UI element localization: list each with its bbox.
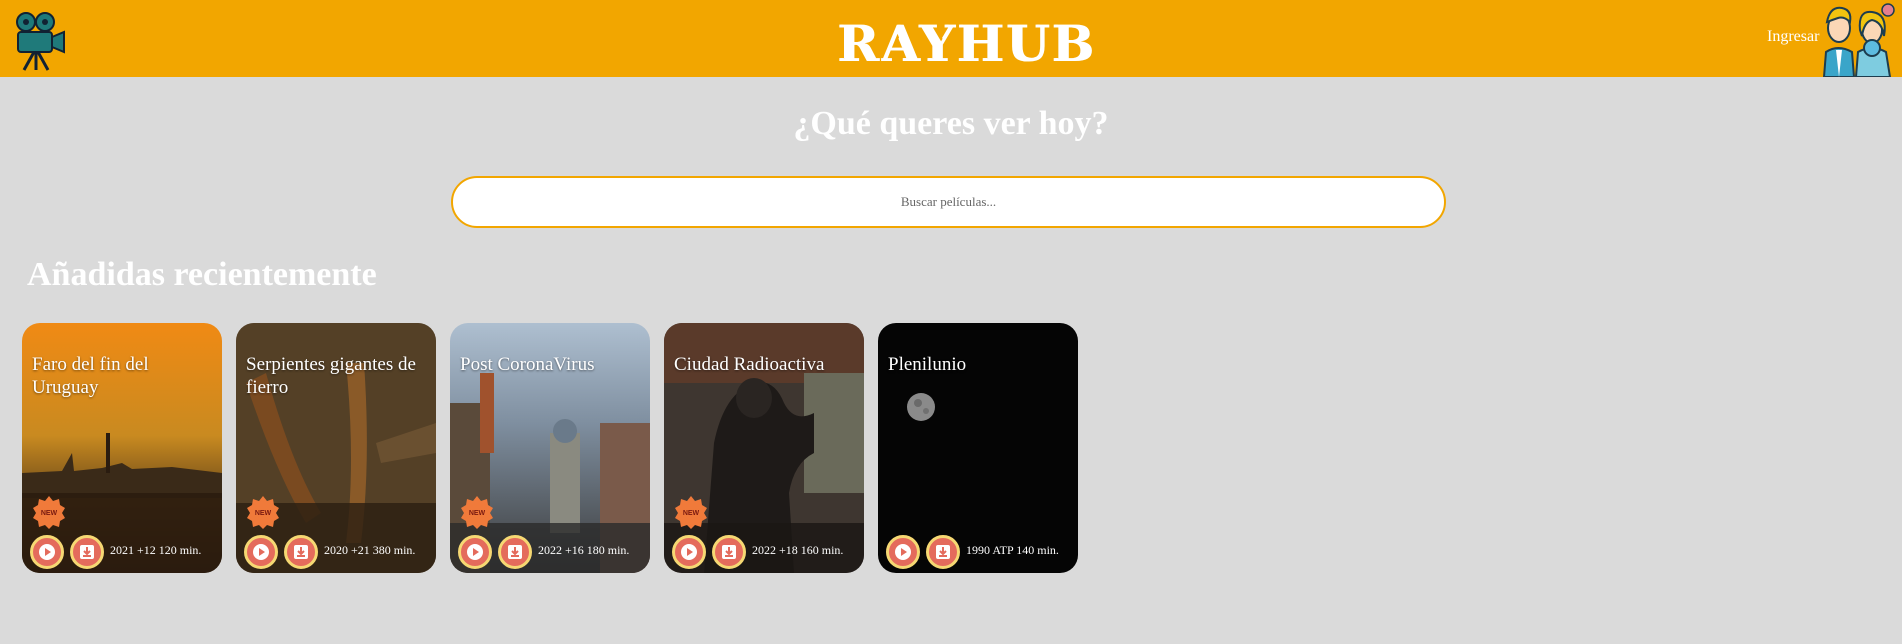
movie-camera-icon[interactable]	[14, 10, 66, 72]
movie-meta: 2022 +16 180 min.	[538, 543, 630, 557]
users-avatar-icon[interactable]	[1818, 0, 1898, 77]
download-button[interactable]	[498, 535, 532, 569]
top-navbar: RAYHUB Ingresar	[0, 0, 1902, 77]
play-button[interactable]	[244, 535, 278, 569]
new-badge-icon: NEW	[461, 496, 493, 529]
new-badge-label: NEW	[255, 510, 272, 517]
movie-title: Faro del fin del Uruguay	[32, 354, 149, 398]
section-title: Añadidas recientemente	[27, 256, 377, 293]
new-badge-label: NEW	[469, 510, 486, 517]
play-button[interactable]	[30, 535, 64, 569]
download-button[interactable]	[712, 535, 746, 569]
play-button[interactable]	[886, 535, 920, 569]
play-icon	[39, 544, 55, 560]
movie-card[interactable]: Ciudad Radioactiva NEW 2022 +18 160 min.	[664, 323, 864, 573]
new-badge-icon: NEW	[247, 496, 279, 529]
brand-text: RAYHUB	[838, 14, 1097, 73]
play-icon	[895, 544, 911, 560]
movie-title: Ciudad Radioactiva	[674, 354, 825, 375]
download-icon	[508, 545, 522, 559]
new-badge-icon: NEW	[33, 496, 65, 529]
movie-card[interactable]: Plenilunio 1990 ATP 140 min.	[878, 323, 1078, 573]
hero-title: ¿Qué queres ver hoy?	[793, 105, 1109, 142]
download-icon	[80, 545, 94, 559]
new-badge-label: NEW	[41, 510, 58, 517]
download-button[interactable]	[70, 535, 104, 569]
movie-meta: 2020 +21 380 min.	[324, 543, 416, 557]
movie-meta: 1990 ATP 140 min.	[966, 543, 1059, 557]
play-icon	[681, 544, 697, 560]
movie-card[interactable]: Serpientes gigantes de fierro NEW 2020 +…	[236, 323, 436, 573]
download-icon	[294, 545, 308, 559]
play-button[interactable]	[458, 535, 492, 569]
brand-logo[interactable]: RAYHUB	[838, 8, 1095, 73]
movie-title: Plenilunio	[888, 354, 967, 375]
login-link[interactable]: Ingresar	[1767, 28, 1819, 46]
movie-meta: 2022 +18 160 min.	[752, 543, 844, 557]
movie-title: Serpientes gigantes de fierro	[246, 354, 416, 398]
download-button[interactable]	[926, 535, 960, 569]
search-input[interactable]	[451, 176, 1446, 228]
play-button[interactable]	[672, 535, 706, 569]
new-badge-icon: NEW	[675, 496, 707, 529]
movie-title: Post CoronaVirus	[460, 354, 595, 375]
movie-card[interactable]: Post CoronaVirus NEW 2022 +16 180 min.	[450, 323, 650, 573]
movie-card[interactable]: Faro del fin del Uruguay NEW 2021 +12 12…	[22, 323, 222, 573]
play-icon	[467, 544, 483, 560]
download-button[interactable]	[284, 535, 318, 569]
download-icon	[936, 545, 950, 559]
download-icon	[722, 545, 736, 559]
play-icon	[253, 544, 269, 560]
new-badge-label: NEW	[683, 510, 700, 517]
movie-meta: 2021 +12 120 min.	[110, 543, 202, 557]
